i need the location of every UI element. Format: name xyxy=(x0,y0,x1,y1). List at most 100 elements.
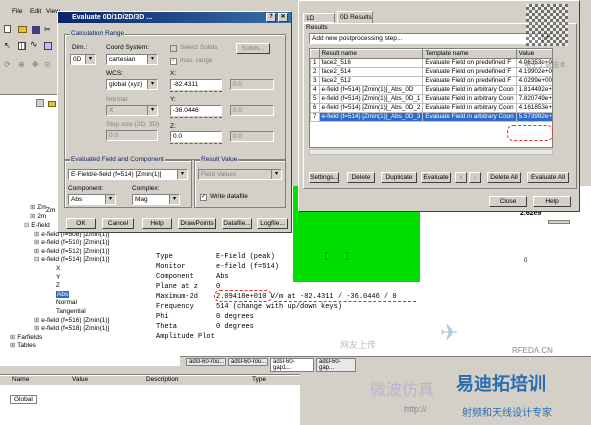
pan-icon[interactable]: ✥ xyxy=(32,60,39,69)
table-row[interactable]: 5 e-field (f=514) [Zmin(1)]_Abs_0D_1 Evalu… xyxy=(310,94,552,104)
x-max-input[interactable]: 0.0 xyxy=(230,79,274,90)
tree-item-f510[interactable]: ⊞ e-field (f=510) [Zmin(1)] xyxy=(24,239,109,248)
table-row[interactable]: 4 e-field (f=514) [Zmin(1)]_Abs_0D Evaluat… xyxy=(310,85,552,95)
ok-button[interactable]: OK xyxy=(66,218,96,229)
tree-item-farfields[interactable]: ⊞ Farfields xyxy=(10,334,109,343)
tab-1d-results[interactable]: 1D Results xyxy=(303,13,335,31)
evaluate-button[interactable]: Evaluate xyxy=(421,172,451,183)
max-range-checkbox[interactable]: ✓ xyxy=(170,58,177,65)
target-icon[interactable]: ⊕ xyxy=(18,60,25,69)
solids-button[interactable]: Solids... xyxy=(236,43,270,54)
col-index[interactable] xyxy=(310,49,320,59)
datafile-button[interactable]: Datafile... xyxy=(222,218,252,229)
help-button[interactable]: Help xyxy=(142,218,172,229)
menu-file[interactable]: File xyxy=(12,8,22,15)
col-template-name[interactable]: Template name xyxy=(422,49,517,59)
open-folder-icon[interactable] xyxy=(18,26,27,33)
delete-all-button[interactable]: Delete All xyxy=(487,172,521,183)
tree-item-z[interactable]: Z xyxy=(24,282,109,291)
global-tab[interactable]: Global xyxy=(10,395,37,404)
complex-select[interactable]: Mag xyxy=(132,194,180,205)
evaluate-all-button[interactable]: Evaluate All xyxy=(527,172,569,183)
move-down-button[interactable]: ↓ xyxy=(469,172,481,183)
close-title-button[interactable]: ✕ xyxy=(278,13,288,22)
doc-tab-1[interactable]: adsl-60-rou... xyxy=(186,358,226,366)
tree-partial-2[interactable]: ⊞ Zm xyxy=(30,204,47,213)
drawpoints-button[interactable]: DrawPoints xyxy=(178,218,216,229)
z-max-input[interactable]: 0.0 xyxy=(230,131,274,142)
duplicate-button[interactable]: Duplicate xyxy=(381,172,417,183)
tree-item-f518[interactable]: ⊞ e-field (f=518) [Zmin(1)] xyxy=(24,325,109,334)
new-file-icon[interactable] xyxy=(4,25,11,33)
dim-select[interactable]: 0D xyxy=(70,54,96,65)
table-hscroll[interactable] xyxy=(309,149,553,155)
step-input[interactable]: 0.0 xyxy=(106,130,158,141)
tree-item-abs[interactable]: Abs xyxy=(24,290,109,300)
help-title-button[interactable]: ? xyxy=(266,13,276,22)
z-input[interactable]: 0.0 xyxy=(170,131,222,142)
dim-label: Dim.: xyxy=(72,44,88,51)
field-select[interactable]: E-Field/e-field (f=514) [Zmin(1)] xyxy=(68,169,188,180)
x-input[interactable]: -82.4311 xyxy=(170,79,222,90)
grid-icon[interactable] xyxy=(18,42,26,50)
col-type[interactable]: Type xyxy=(252,376,266,383)
result-value-select[interactable]: Field Values xyxy=(198,169,282,180)
table-row[interactable]: 3 face2_512 Evaluate Field on predefined F… xyxy=(310,76,552,86)
tree-item-tables[interactable]: ⊞ Tables xyxy=(10,342,109,351)
tree-item-f516[interactable]: ⊞ e-field (f=516) [Zmin(1)] xyxy=(24,317,109,326)
tab-0d-results[interactable]: 0D Results xyxy=(337,11,373,23)
tree-item-x[interactable]: X xyxy=(24,265,109,274)
postproc-select[interactable]: Add new postprocessing step... xyxy=(309,33,553,44)
doc-tab-2[interactable]: adsl-60-rou... xyxy=(228,358,268,366)
table-row[interactable]: 1 face2_516 Evaluate Field on predefined F… xyxy=(310,58,552,68)
move-up-button[interactable]: ↑ xyxy=(455,172,467,183)
tree-item-f514[interactable]: ⊟ e-field (f=514) [Zmin(1)] xyxy=(24,256,109,265)
result-value-title: Result Value xyxy=(200,156,239,163)
doc-tab-4[interactable]: adsl-60-gap... xyxy=(316,358,356,372)
shape-icon[interactable] xyxy=(44,42,52,50)
logfile-button[interactable]: Logfile... xyxy=(257,218,288,229)
doc-tab-3[interactable]: adsl-60-gap1... xyxy=(270,358,314,372)
table-row[interactable]: 6 e-field (f=514) [Zmin(1)]_Abs_0D_2 Evalu… xyxy=(310,103,552,113)
tree-item-f512[interactable]: ⊞ e-field (f=512) [Zmin(1)] xyxy=(24,248,109,257)
col-name[interactable]: Name xyxy=(12,376,29,383)
cut-icon[interactable]: ✂ xyxy=(44,26,51,34)
table-row-selected[interactable]: 7 e-field (f=514) [Zmin(1)]_Abs_0D_3 Evalu… xyxy=(310,112,552,122)
y-input[interactable]: -36.0446 xyxy=(170,105,222,116)
select-icon[interactable]: ↖ xyxy=(4,42,11,50)
results-help-button[interactable]: Help xyxy=(533,196,571,207)
rotate-icon[interactable]: ⟳ xyxy=(4,60,11,69)
y-underline xyxy=(170,117,222,118)
cancel-button[interactable]: Cancel xyxy=(102,218,134,229)
settings-button[interactable]: Settings... xyxy=(309,172,339,183)
tree-list: ⊟ E-field ⊞ e-field (f=508) [Zmin(1)] ⊞ … xyxy=(10,222,109,351)
curve-icon[interactable]: ∿ xyxy=(30,40,38,49)
wcs-select[interactable]: global (xyz) xyxy=(106,79,158,90)
col-result-name[interactable]: Result name xyxy=(318,49,424,59)
menu-edit[interactable]: Edit xyxy=(30,8,41,15)
parameter-grid: Name Value Description Type Global xyxy=(0,374,300,425)
save-icon[interactable] xyxy=(32,26,40,34)
write-datafile-checkbox[interactable]: ✓ xyxy=(200,194,207,201)
close-button[interactable]: Close xyxy=(489,196,527,207)
col-value[interactable]: Value xyxy=(515,49,552,59)
tree-item-y[interactable]: Y xyxy=(24,274,109,283)
tree-item-normal[interactable]: Normal xyxy=(24,299,109,308)
tree-partial-3[interactable]: ⊞ 2m xyxy=(30,213,47,222)
y-max-input[interactable]: 0.0 xyxy=(230,105,274,116)
col-value[interactable]: Value xyxy=(72,376,88,383)
delete-button[interactable]: Delete xyxy=(347,172,375,183)
coord-select[interactable]: cartesian xyxy=(106,54,158,65)
table-row[interactable]: 2 face2_514 Evaluate Field on predefined F… xyxy=(310,67,552,77)
evaluate-title-bar[interactable]: Evaluate 0D/1D/2D/3D ... ? ✕ xyxy=(58,12,291,23)
col-description[interactable]: Description xyxy=(146,376,179,383)
normal-select[interactable]: X xyxy=(106,105,158,116)
eval-field-title: Evaluated Field and Component xyxy=(70,156,165,163)
select-solids-checkbox[interactable] xyxy=(170,45,177,52)
y-label: Y: xyxy=(170,96,176,103)
tree-scroll-up[interactable] xyxy=(36,99,44,107)
color-legend-bar xyxy=(548,220,570,224)
zoom-icon[interactable]: ⊙ xyxy=(44,60,51,69)
component-select[interactable]: Abs xyxy=(68,194,116,205)
tree-item-tangential[interactable]: Tangential xyxy=(24,308,109,317)
